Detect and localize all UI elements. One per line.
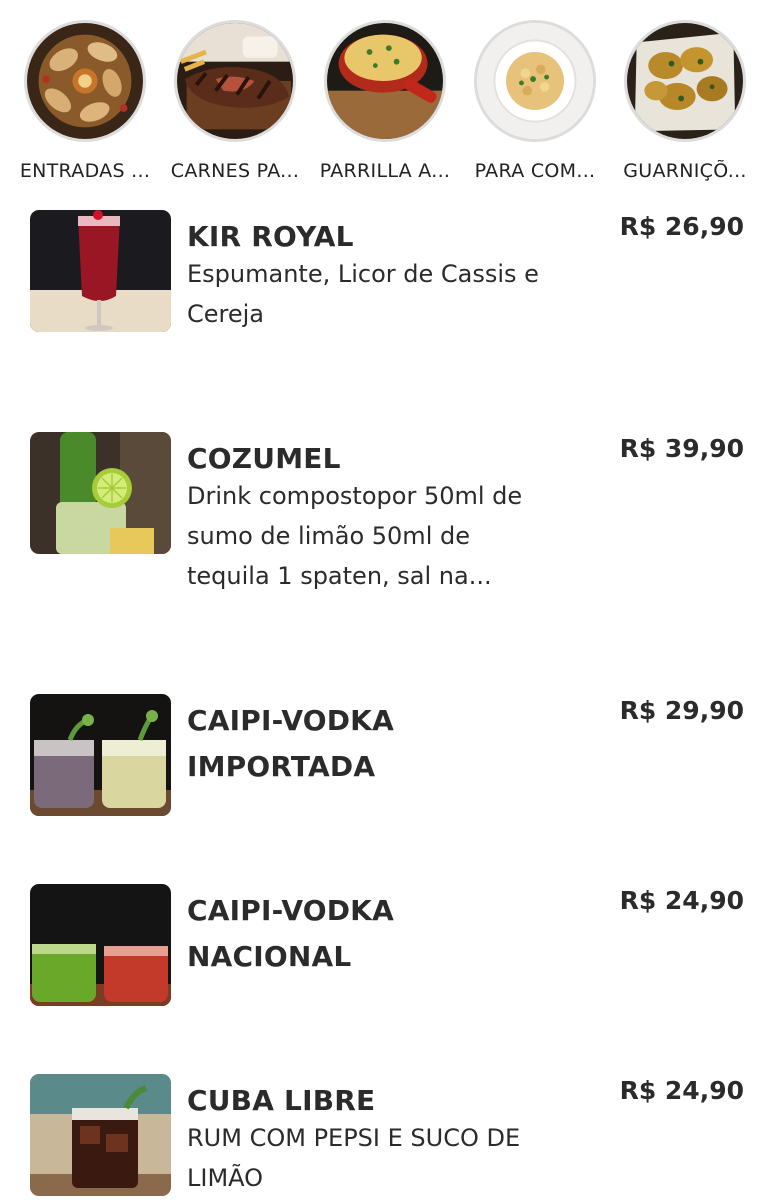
category-label: PARA COM... <box>474 160 596 182</box>
menu-item-cuba-libre[interactable]: CUBA LIBRE RUM COM PEPSI E SUCO DE LIMÃO… <box>0 1074 774 1200</box>
category-label: CARNES PA... <box>170 160 300 182</box>
item-description: Drink compostopor 50ml de sumo de limão … <box>187 482 523 590</box>
caipi-vodka-importada-photo <box>30 694 171 816</box>
menu-item-cozumel[interactable]: COZUMEL Drink compostopor 50ml de sumo d… <box>0 432 774 652</box>
category-label: PARRILLA A... <box>319 160 451 182</box>
item-price: R$ 24,90 <box>619 1076 744 1105</box>
item-description: Espumante, Licor de Cassis e Cereja <box>187 260 539 328</box>
menu-item-caipi-vodka-nacional[interactable]: CAIPI-VODKA NACIONAL R$ 24,90 <box>0 884 774 1044</box>
category-label: ENTRADAS ... <box>19 160 151 182</box>
category-carnes[interactable]: CARNES PA... <box>160 20 310 182</box>
grilled-meat-image <box>174 20 296 142</box>
cuba-libre-photo <box>30 1074 171 1196</box>
menu-item-kir-royal[interactable]: KIR ROYAL Espumante, Licor de Cassis e C… <box>0 210 774 390</box>
caipi-vodka-nacional-photo <box>30 884 171 1006</box>
category-strip: ENTRADAS ... CARNES PA... PARRILLA A... … <box>0 0 774 200</box>
category-guarnicoes[interactable]: GUARNIÇÕ... <box>610 20 760 182</box>
cheese-pan-image <box>324 20 446 142</box>
category-label: GUARNIÇÕ... <box>623 160 747 182</box>
item-name: CAIPI-VODKA NACIONAL <box>187 894 394 973</box>
pasta-dish-image <box>474 20 596 142</box>
appetizers-image <box>24 20 146 142</box>
item-name: CAIPI-VODKA IMPORTADA <box>187 704 394 783</box>
cozumel-photo <box>30 432 171 554</box>
item-price: R$ 39,90 <box>619 434 744 463</box>
item-price: R$ 24,90 <box>619 886 744 915</box>
item-price: R$ 29,90 <box>619 696 744 725</box>
potatoes-image <box>624 20 746 142</box>
menu-item-caipi-vodka-importada[interactable]: CAIPI-VODKA IMPORTADA R$ 29,90 <box>0 694 774 854</box>
category-para-compartilhar[interactable]: PARA COM... <box>460 20 610 182</box>
kir-royal-photo <box>30 210 171 332</box>
category-entradas[interactable]: ENTRADAS ... <box>10 20 160 182</box>
category-parrilla[interactable]: PARRILLA A... <box>310 20 460 182</box>
item-description: RUM COM PEPSI E SUCO DE LIMÃO <box>187 1124 521 1192</box>
item-price: R$ 26,90 <box>619 212 744 241</box>
